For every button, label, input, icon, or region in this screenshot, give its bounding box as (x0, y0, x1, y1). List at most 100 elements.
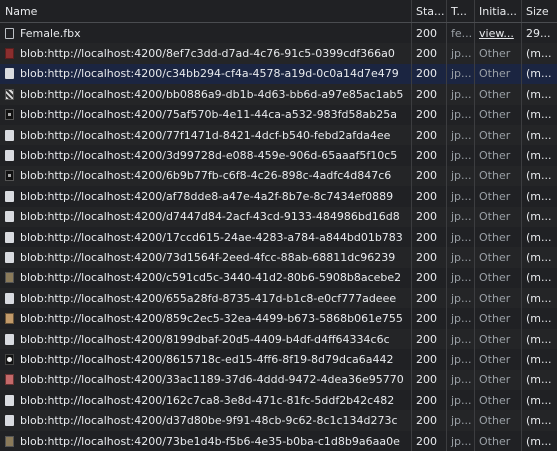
table-row[interactable]: blob:http://localhost:4200/8615718c-ed15… (0, 349, 557, 370)
table-row[interactable]: blob:http://localhost:4200/d7447d84-2acf… (0, 206, 557, 227)
table-row[interactable]: blob:http://localhost:4200/17ccd615-24ae… (0, 226, 557, 248)
table-row[interactable]: blob:http://localhost:4200/c34bb294-cf4a… (0, 63, 557, 85)
table-row[interactable]: blob:http://localhost:4200/73d1564f-2eed… (0, 247, 557, 268)
name-cell[interactable]: blob:http://localhost:4200/73be1d4b-f5b6… (0, 430, 412, 451)
table-row[interactable]: blob:http://localhost:4200/c591cd5c-3440… (0, 267, 557, 289)
table-row[interactable]: blob:http://localhost:4200/162c7ca8-3e8d… (0, 390, 557, 411)
table-row[interactable]: blob:http://localhost:4200/af78dde8-a47e… (0, 186, 557, 207)
initiator-cell: Other (475, 43, 522, 64)
request-name: blob:http://localhost:4200/c34bb294-cf4a… (20, 67, 399, 81)
request-name: blob:http://localhost:4200/d37d80be-9f91… (20, 414, 398, 428)
request-name: blob:http://localhost:4200/bb0886a9-db1b… (20, 87, 404, 101)
name-cell[interactable]: blob:http://localhost:4200/75af570b-4e11… (0, 104, 412, 125)
status-cell: 200 (412, 247, 447, 268)
type-cell: jp... (447, 247, 475, 268)
image-icon (5, 211, 14, 223)
table-row[interactable]: blob:http://localhost:4200/655a28fd-8735… (0, 288, 557, 309)
column-header-size[interactable]: Size (522, 0, 557, 22)
initiator-link[interactable]: view... (479, 27, 514, 40)
name-cell[interactable]: blob:http://localhost:4200/8615718c-ed15… (0, 349, 412, 370)
initiator-cell: Other (475, 349, 522, 370)
table-row[interactable]: blob:http://localhost:4200/73be1d4b-f5b6… (0, 430, 557, 451)
image-icon (5, 170, 14, 182)
table-row[interactable]: blob:http://localhost:4200/8199dbaf-20d5… (0, 328, 557, 350)
image-icon (5, 353, 14, 365)
name-cell[interactable]: blob:http://localhost:4200/af78dde8-a47e… (0, 186, 412, 207)
name-cell[interactable]: blob:http://localhost:4200/c34bb294-cf4a… (0, 63, 412, 85)
size-cell: (m... (526, 128, 552, 142)
request-name: blob:http://localhost:4200/af78dde8-a47e… (20, 189, 394, 203)
image-icon (5, 292, 14, 304)
name-cell[interactable]: blob:http://localhost:4200/d37d80be-9f91… (0, 410, 412, 431)
image-icon (5, 129, 14, 141)
column-header-status[interactable]: Sta... (412, 0, 447, 22)
table-body: Female.fbx 200 fe... view... 29... blob:http:… (0, 23, 557, 451)
image-icon (5, 313, 14, 325)
name-cell[interactable]: blob:http://localhost:4200/8ef7c3dd-d7ad… (0, 43, 412, 64)
table-row[interactable]: blob:http://localhost:4200/8ef7c3dd-d7ad… (0, 43, 557, 64)
name-cell[interactable]: blob:http://localhost:4200/73d1564f-2eed… (0, 247, 412, 268)
size-cell: (m... (526, 291, 552, 305)
type-cell: jp... (447, 165, 475, 187)
request-name: blob:http://localhost:4200/73d1564f-2eed… (20, 250, 396, 264)
type-cell: jp... (447, 206, 475, 227)
image-icon (5, 68, 14, 80)
size-cell: (m... (526, 67, 552, 81)
type-cell: jp... (447, 288, 475, 309)
size-cell: (m... (526, 210, 552, 224)
table-row[interactable]: Female.fbx 200 fe... view... 29... (0, 23, 557, 44)
name-cell[interactable]: blob:http://localhost:4200/bb0886a9-db1b… (0, 84, 412, 105)
table-row[interactable]: blob:http://localhost:4200/bb0886a9-db1b… (0, 84, 557, 105)
name-cell[interactable]: blob:http://localhost:4200/3d99728d-e088… (0, 145, 412, 166)
column-header-name[interactable]: Name (0, 0, 412, 22)
size-cell: (m... (526, 87, 552, 101)
table-row[interactable]: blob:http://localhost:4200/75af570b-4e11… (0, 104, 557, 125)
table-row[interactable]: blob:http://localhost:4200/d37d80be-9f91… (0, 410, 557, 431)
initiator-cell: Other (475, 288, 522, 309)
image-icon (5, 48, 14, 60)
name-cell[interactable]: blob:http://localhost:4200/33ac1189-37d6… (0, 369, 412, 391)
size-cell: (m... (526, 149, 552, 163)
type-cell: jp... (447, 63, 475, 85)
initiator-cell: Other (475, 430, 522, 451)
initiator-cell[interactable]: view... (475, 23, 522, 44)
name-cell[interactable]: Female.fbx (0, 23, 412, 44)
table-row[interactable]: blob:http://localhost:4200/859c2ec5-32ea… (0, 308, 557, 329)
name-cell[interactable]: blob:http://localhost:4200/655a28fd-8735… (0, 288, 412, 309)
name-cell[interactable]: blob:http://localhost:4200/77f1471d-8421… (0, 124, 412, 146)
request-name: blob:http://localhost:4200/8199dbaf-20d5… (20, 332, 390, 346)
column-header-type[interactable]: T... (447, 0, 475, 22)
table-row[interactable]: blob:http://localhost:4200/3d99728d-e088… (0, 145, 557, 166)
name-cell[interactable]: blob:http://localhost:4200/859c2ec5-32ea… (0, 308, 412, 329)
type-cell: jp... (447, 186, 475, 207)
size-cell: (m... (526, 352, 552, 366)
table-row[interactable]: blob:http://localhost:4200/33ac1189-37d6… (0, 369, 557, 391)
initiator-cell: Other (475, 390, 522, 411)
initiator-cell: Other (475, 84, 522, 105)
type-cell: jp... (447, 430, 475, 451)
name-cell[interactable]: blob:http://localhost:4200/17ccd615-24ae… (0, 226, 412, 248)
name-cell[interactable]: blob:http://localhost:4200/d7447d84-2acf… (0, 206, 412, 227)
initiator-cell: Other (475, 308, 522, 329)
table-row[interactable]: blob:http://localhost:4200/6b9b77fb-c6f8… (0, 165, 557, 187)
image-icon (5, 109, 14, 121)
status-cell: 200 (412, 288, 447, 309)
initiator-cell: Other (475, 410, 522, 431)
status-cell: 200 (412, 124, 447, 146)
status-cell: 200 (412, 390, 447, 411)
name-cell[interactable]: blob:http://localhost:4200/8199dbaf-20d5… (0, 328, 412, 350)
image-icon (5, 394, 14, 406)
table-row[interactable]: blob:http://localhost:4200/77f1471d-8421… (0, 124, 557, 146)
size-cell: (m... (526, 271, 552, 285)
type-cell: jp... (447, 410, 475, 431)
name-cell[interactable]: blob:http://localhost:4200/c591cd5c-3440… (0, 267, 412, 289)
status-cell: 200 (412, 308, 447, 329)
image-icon (5, 150, 14, 162)
request-name: blob:http://localhost:4200/8615718c-ed15… (20, 352, 394, 366)
request-name: blob:http://localhost:4200/c591cd5c-3440… (20, 271, 402, 285)
size-cell: (m... (526, 250, 552, 264)
column-header-initiator[interactable]: Initia... (475, 0, 522, 22)
size-cell: (m... (526, 230, 552, 244)
name-cell[interactable]: blob:http://localhost:4200/162c7ca8-3e8d… (0, 390, 412, 411)
name-cell[interactable]: blob:http://localhost:4200/6b9b77fb-c6f8… (0, 165, 412, 187)
